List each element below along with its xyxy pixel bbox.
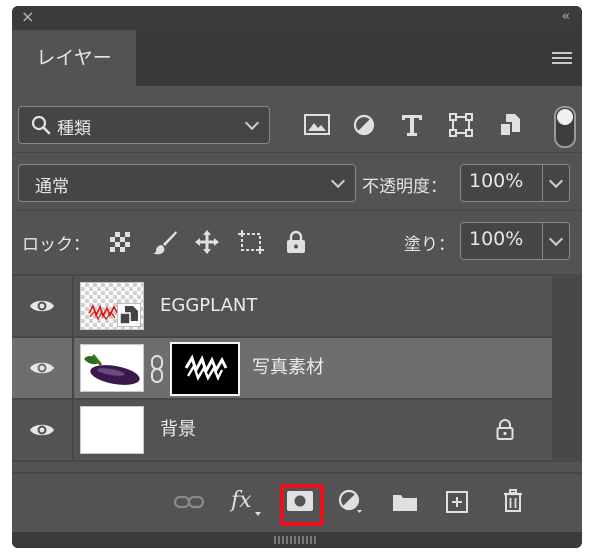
opacity-dropdown-button[interactable]	[542, 164, 570, 202]
image-filter-icon[interactable]	[304, 114, 330, 136]
fill-label: 塗り：	[404, 235, 455, 255]
eye-icon	[30, 362, 54, 374]
layer-name[interactable]: EGGPLANT	[160, 276, 257, 336]
search-icon	[31, 115, 51, 135]
divider	[12, 152, 582, 153]
fill-dropdown-button[interactable]	[542, 222, 570, 260]
visibility-toggle[interactable]	[12, 338, 74, 398]
fx-icon[interactable]: fx	[231, 488, 252, 513]
lock-image-pixels-icon[interactable]	[152, 229, 178, 255]
layer-row-photo[interactable]: 写真素材	[12, 338, 552, 400]
type-filter-icon[interactable]	[401, 113, 423, 137]
eggplant-text-art	[88, 304, 119, 321]
smart-object-filter-icon[interactable]	[499, 113, 521, 137]
layer-name[interactable]: 背景	[160, 400, 196, 460]
lock-artboard-icon[interactable]	[238, 230, 264, 254]
panel-resize-strip[interactable]	[12, 532, 582, 548]
blend-mode-value: 通常	[35, 177, 69, 197]
lock-all-icon[interactable]	[286, 230, 306, 254]
adjustment-layer-icon[interactable]	[338, 489, 362, 513]
fill-value: 100%	[469, 228, 524, 250]
filter-kind-select[interactable]: 種類	[18, 106, 270, 144]
blend-mode-select[interactable]: 通常	[18, 164, 356, 202]
lock-transparent-pixels-icon[interactable]	[109, 231, 131, 253]
opacity-label: 不透明度：	[362, 177, 447, 197]
lock-position-icon[interactable]	[194, 229, 220, 255]
collapse-icon[interactable]: ‹‹	[562, 9, 571, 24]
layer-name[interactable]: 写真素材	[252, 338, 324, 398]
layer-row-eggplant[interactable]: EGGPLANT	[12, 276, 552, 338]
chevron-down-icon	[548, 173, 564, 189]
resize-grip-icon	[274, 536, 318, 544]
shape-filter-icon[interactable]	[449, 113, 473, 137]
layer-thumbnail	[80, 406, 144, 454]
layers-panel: × ‹‹ レイヤー 種類 通常 不透明度： 100% ロック： 塗り： 100%…	[12, 6, 582, 548]
new-group-icon[interactable]	[392, 492, 418, 512]
panel-titlebar: × ‹‹	[12, 6, 582, 30]
smart-object-badge-icon	[117, 303, 141, 327]
layer-row-background[interactable]: 背景	[12, 400, 552, 462]
lock-label: ロック：	[22, 235, 90, 255]
fx-menu-triangle-icon	[255, 512, 261, 516]
hamburger-menu-icon[interactable]	[552, 52, 572, 67]
layer-mask-thumbnail[interactable]	[170, 342, 240, 396]
divider	[12, 210, 582, 211]
eggplant-photo	[81, 345, 143, 391]
fill-field[interactable]: 100%	[460, 222, 544, 260]
layer-list: EGGPLANT 写真素材 背景	[12, 274, 552, 462]
visibility-toggle[interactable]	[12, 400, 74, 460]
mask-link-icon[interactable]	[150, 354, 164, 384]
chevron-down-icon	[244, 115, 260, 131]
layer-thumbnail	[80, 282, 144, 330]
filter-toggle[interactable]	[554, 106, 576, 148]
chevron-down-icon	[548, 231, 564, 247]
delete-icon[interactable]	[503, 489, 523, 513]
new-layer-icon[interactable]	[446, 491, 468, 513]
tab-layers[interactable]: レイヤー	[12, 30, 136, 86]
panel-tabbar: レイヤー	[12, 30, 582, 86]
layer-list-scrollbar[interactable]	[552, 274, 582, 462]
opacity-value: 100%	[469, 170, 524, 192]
eye-icon	[30, 300, 54, 312]
link-layers-icon[interactable]	[174, 494, 204, 510]
mask-text-shape	[184, 354, 228, 381]
close-icon[interactable]: ×	[21, 9, 34, 25]
layer-thumbnail	[80, 344, 144, 392]
visibility-toggle[interactable]	[12, 276, 74, 336]
chevron-down-icon	[330, 173, 346, 189]
eye-icon	[30, 424, 54, 436]
add-mask-icon[interactable]	[287, 491, 313, 511]
lock-icon[interactable]	[496, 419, 514, 441]
filter-toggle-knob	[557, 109, 573, 125]
opacity-field[interactable]: 100%	[460, 164, 544, 202]
filter-kind-label: 種類	[57, 119, 91, 139]
adjustment-filter-icon[interactable]	[353, 114, 375, 136]
layers-footer-toolbar: fx	[12, 472, 582, 534]
